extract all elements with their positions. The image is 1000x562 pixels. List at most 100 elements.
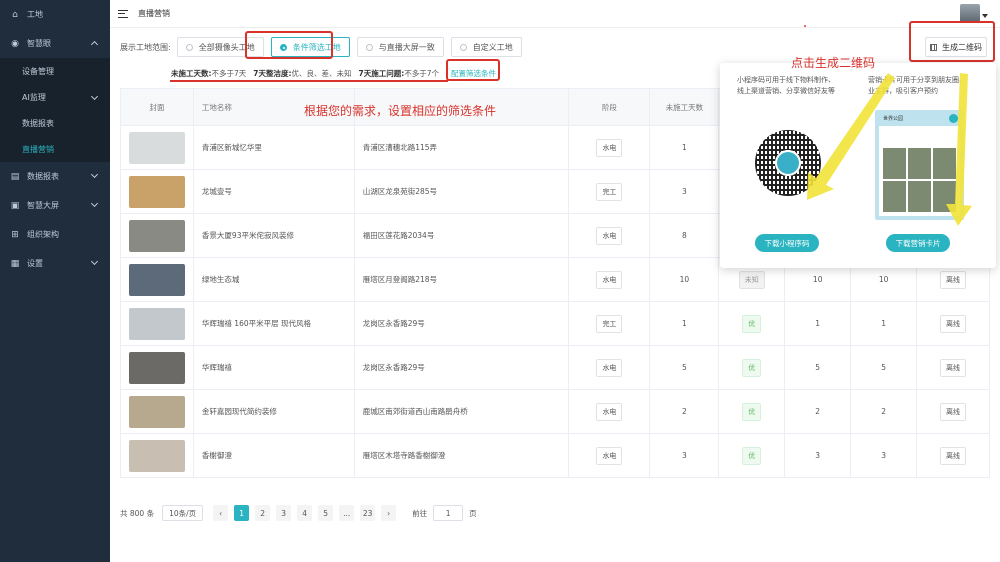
sidebar-item-site[interactable]: ⌂ 工地: [0, 0, 110, 29]
sidebar-item-label: 组织架构: [27, 230, 59, 239]
stage-cell: 完工: [569, 170, 651, 213]
next-page-button[interactable]: ›: [381, 505, 397, 521]
sidebar-item-label: 智慧眼: [27, 39, 51, 48]
sidebar-item-settings[interactable]: ▦ 设置: [0, 249, 110, 278]
avatar[interactable]: [960, 4, 980, 22]
page-23[interactable]: 23: [360, 505, 376, 521]
page-2[interactable]: 2: [255, 505, 271, 521]
status-badge: 离线: [940, 314, 967, 333]
cover-thumbnail[interactable]: [128, 263, 185, 296]
cover-cell: [121, 170, 194, 213]
radio-same-as-screen[interactable]: 与直播大屏一致: [356, 37, 444, 57]
idle-days-cell: 1: [650, 126, 720, 169]
total-count: 共 800 条: [120, 508, 155, 518]
cover-thumbnail[interactable]: [128, 395, 185, 428]
stage-tag: 水电: [596, 402, 623, 421]
download-marketing-card-button[interactable]: 下载营销卡片: [886, 234, 950, 252]
download-mini-program-button[interactable]: 下载小程序码: [755, 234, 819, 252]
annotation-set-filter: 根据您的需求，设置相应的筛选条件: [304, 104, 497, 118]
cover-cell: [121, 434, 194, 477]
radio-custom-sites[interactable]: 自定义工地: [450, 37, 522, 57]
page-3[interactable]: 3: [276, 505, 292, 521]
prev-page-button[interactable]: ‹: [213, 505, 229, 521]
qr-logo-icon: [777, 152, 799, 174]
radio-label: 与直播大屏一致: [378, 42, 435, 52]
top-header: 直播营销: [110, 0, 1000, 28]
sidebar-item-label: 设备管理: [22, 66, 54, 76]
stage-cell: 完工: [569, 302, 651, 345]
cover-thumbnail[interactable]: [128, 439, 185, 472]
stage-cell: 水电: [569, 126, 651, 169]
sidebar-item-smart-eye[interactable]: ◉ 智慧眼: [0, 29, 110, 58]
idle-days-cell: 8: [650, 214, 720, 257]
address-cell: 山湖区龙泉苑街285号: [355, 170, 570, 213]
stage-tag: 水电: [596, 270, 623, 289]
page-size-select[interactable]: 10条/页: [162, 505, 204, 521]
sidebar-subitem-device[interactable]: 设备管理: [0, 58, 110, 84]
cover-thumbnail[interactable]: [128, 131, 185, 164]
idle-days-cell: 2: [650, 390, 720, 433]
idle-days-cell: 3: [650, 170, 720, 213]
chevron-down-icon: [90, 257, 99, 266]
goto-suffix: 页: [469, 508, 477, 518]
cover-thumbnail[interactable]: [128, 219, 185, 252]
stage-cell: 水电: [569, 214, 651, 257]
sidebar-item-label: 设置: [27, 259, 43, 268]
table-row[interactable]: 香榭御澄 雁塔区木塔寺路香榭御澄 水电 3 优 3 3 离线: [120, 434, 990, 478]
cover-cell: [121, 302, 194, 345]
page-5[interactable]: 5: [318, 505, 334, 521]
radio-circle-icon: [185, 43, 193, 51]
cover-cell: [121, 126, 194, 169]
table-row[interactable]: 华辉瑞禧 160平米平层 现代风格 龙岗区永香路29号 完工 1 优 1 1 离线: [120, 302, 990, 346]
marketing-card-image: 世界公园: [875, 110, 964, 220]
site-name-cell: 香景大厦93平米侘寂风装修: [194, 214, 355, 257]
caret-down-icon[interactable]: [982, 14, 988, 18]
stage-tag: 完工: [596, 182, 623, 201]
cleanliness-tag: 优: [742, 402, 762, 421]
annotation-box-generate: [909, 21, 995, 62]
cover-thumbnail[interactable]: [128, 307, 185, 340]
condition-cleanliness: 7天整洁度:优、良、差、未知: [253, 69, 352, 78]
page-1[interactable]: 1: [234, 505, 250, 521]
cover-cell: [121, 390, 194, 433]
idle-days-cell: 3: [650, 434, 720, 477]
sidebar-submenu: 设备管理 AI监理 数据报表 直播营销: [0, 58, 110, 162]
table-row[interactable]: 华辉瑞禧 龙岗区永香路29号 水电 5 优 5 5 离线: [120, 346, 990, 390]
header-idle-days: 未施工天数: [650, 89, 720, 125]
col7-cell: 1: [785, 302, 852, 345]
cover-cell: [121, 346, 194, 389]
address-cell: 雁塔区月登阁路218号: [355, 258, 570, 301]
sidebar-subitem-report[interactable]: 数据报表: [0, 110, 110, 136]
annotation-underline: [170, 80, 448, 82]
status-badge: 离线: [940, 402, 967, 421]
address-cell: 鹿城区南郊街道西山南路鹃舟桥: [355, 390, 570, 433]
idle-days-cell: 5: [650, 346, 720, 389]
stage-tag: 水电: [596, 358, 623, 377]
sidebar-item-org[interactable]: ⊞ 组织架构: [0, 220, 110, 249]
qr-popup: 小程序码可用于线下物料制作、 线上渠道营销、分享微信好友等 营销卡片可用于分享到…: [720, 63, 996, 268]
page-4[interactable]: 4: [297, 505, 313, 521]
red-dot-mark: [804, 25, 806, 27]
sidebar-subitem-ai[interactable]: AI监理: [0, 84, 110, 110]
sidebar-item-label: AI监理: [22, 92, 46, 102]
cleanliness-cell: 优: [719, 434, 786, 477]
page-ellipsis[interactable]: ...: [339, 505, 355, 521]
home-icon: ⌂: [12, 9, 18, 20]
sidebar-subitem-live-marketing[interactable]: 直播营销: [0, 136, 110, 162]
table-row[interactable]: 金轩嘉园现代简约装修 鹿城区南郊街道西山南路鹃舟桥 水电 2 优 2 2 离线: [120, 390, 990, 434]
address-cell: 福田区莲花路2034号: [355, 214, 570, 257]
cover-thumbnail[interactable]: [128, 351, 185, 384]
menu-toggle-icon[interactable]: [118, 9, 128, 18]
stage-cell: 水电: [569, 434, 651, 477]
condition-idle-days: 未施工天数:不多于7天: [171, 69, 247, 78]
poster-badge-icon: [949, 114, 958, 123]
sidebar-item-data-report[interactable]: ▤ 数据报表: [0, 162, 110, 191]
cover-thumbnail[interactable]: [128, 175, 185, 208]
stage-cell: 水电: [569, 390, 651, 433]
cleanliness-cell: 优: [719, 390, 786, 433]
address-cell: 龙岗区永香路29号: [355, 302, 570, 345]
goto-page-input[interactable]: 1: [433, 505, 464, 521]
sidebar-item-big-screen[interactable]: ▣ 智慧大屏: [0, 191, 110, 220]
cover-cell: [121, 214, 194, 257]
sidebar-item-label: 智慧大屏: [27, 201, 59, 210]
